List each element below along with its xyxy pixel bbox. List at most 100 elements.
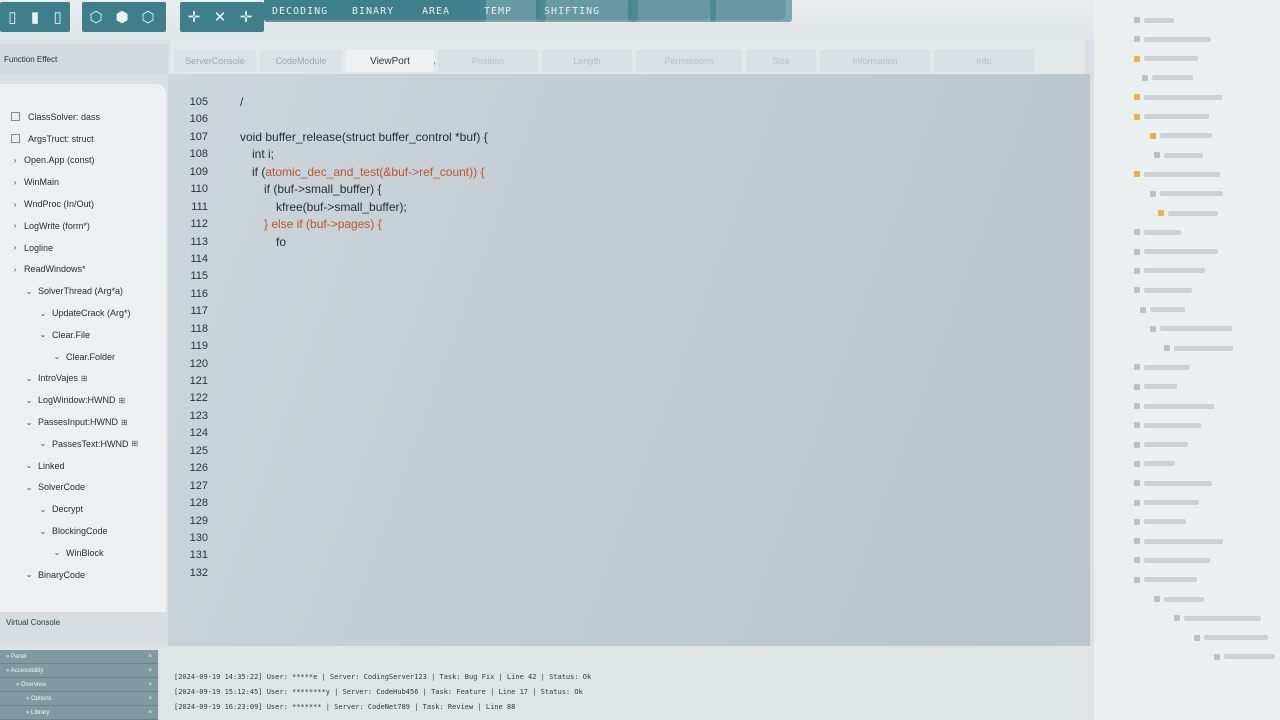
outline-row[interactable] (1134, 248, 1218, 256)
toolbar-tab-5[interactable] (628, 0, 716, 22)
tree-item[interactable]: ⌄ SolverCode (0, 477, 166, 499)
console-tree-item[interactable]: » Panel × (0, 650, 158, 664)
cube-icon[interactable]: ⬡ (86, 6, 106, 28)
tree-item[interactable]: ⌄ Clear.File (0, 324, 166, 346)
chevron-down-icon[interactable]: ⌄ (38, 527, 48, 536)
outline-row[interactable] (1134, 537, 1223, 545)
console-tree-item[interactable]: » Library × (0, 706, 158, 720)
outline-row[interactable] (1150, 132, 1212, 140)
outline-row[interactable] (1154, 595, 1204, 603)
outline-row[interactable] (1134, 55, 1198, 63)
chevron-right-icon[interactable]: › (10, 265, 20, 274)
chevron-right-icon[interactable]: › (10, 200, 20, 209)
tab-codemodule[interactable]: CodeModule (260, 50, 342, 72)
outline-row[interactable] (1158, 209, 1218, 217)
chevron-down-icon[interactable]: ⌄ (24, 570, 34, 579)
tab-length[interactable]: Length (542, 50, 632, 72)
tree-item[interactable]: › ReadWindows* (0, 259, 166, 281)
tree-item[interactable]: ⌄ PassesInput:HWND ⊞ (0, 411, 166, 433)
tab-information[interactable]: Information (820, 50, 930, 72)
cross-icon[interactable]: ✕ (210, 6, 230, 28)
tab-permissions[interactable]: Permissions (636, 50, 742, 72)
chevron-down-icon[interactable]: ⌄ (38, 505, 48, 514)
outline-row[interactable] (1214, 653, 1275, 661)
outline-row[interactable] (1150, 190, 1223, 198)
chevron-right-icon[interactable]: › (10, 221, 20, 230)
code-line[interactable]: if (atomic_dec_and_test(&buf->ref_count)… (240, 164, 488, 181)
outline-row[interactable] (1164, 344, 1233, 352)
tree-item[interactable]: ⌄ Decrypt (0, 498, 166, 520)
outline-row[interactable] (1134, 518, 1186, 526)
code-line[interactable]: / (240, 94, 488, 111)
code-line[interactable]: fo (240, 234, 488, 251)
code-area[interactable]: / void buffer_release(struct buffer_contr… (240, 94, 488, 251)
outline-row[interactable] (1134, 228, 1181, 236)
outline-row[interactable] (1134, 113, 1209, 121)
tree-item[interactable]: ⌄ Clear.Folder (0, 346, 166, 368)
tree-item[interactable]: ⌄ IntroVajes ⊞ (0, 368, 166, 390)
chevron-down-icon[interactable]: ⌄ (24, 418, 34, 427)
tree-item[interactable]: ⌄ Linked (0, 455, 166, 477)
outline-row[interactable] (1154, 151, 1203, 159)
chevron-down-icon[interactable]: ⌄ (52, 352, 62, 361)
outline-row[interactable] (1134, 479, 1212, 487)
code-editor[interactable]: 105 106 107 108 109 110 111 112 113 114 115 116 117 1… (168, 74, 1090, 646)
tree-item[interactable]: ⌄ UpdateCrack (Arg*) (0, 302, 166, 324)
tree-item[interactable]: ⌄ SolverThread (Arg*a) (0, 280, 166, 302)
chevron-right-icon[interactable]: › (10, 156, 20, 165)
code-line[interactable] (240, 111, 488, 128)
outline-row[interactable] (1134, 402, 1214, 410)
outline-row[interactable] (1140, 306, 1185, 314)
console-tree-item[interactable]: » Accessibility × (0, 664, 158, 678)
checkbox-icon[interactable] (11, 134, 20, 144)
chevron-down-icon[interactable]: ⌄ (52, 548, 62, 557)
code-line[interactable]: if (buf->small_buffer) { (240, 181, 488, 198)
tree-item[interactable]: ArgsTruct: struct (0, 128, 166, 150)
chevron-right-icon[interactable]: › (10, 178, 20, 187)
checkbox-icon[interactable] (11, 112, 20, 122)
outline-row[interactable] (1134, 286, 1192, 294)
outline-row[interactable] (1150, 325, 1232, 333)
chevron-down-icon[interactable]: ⌄ (24, 461, 34, 470)
tab-size[interactable]: Size (746, 50, 816, 72)
tab-serverconsole[interactable]: ServerConsole (174, 50, 256, 72)
outline-row[interactable] (1134, 460, 1175, 468)
tree-item[interactable]: › Logline (0, 237, 166, 259)
outline-row[interactable] (1194, 634, 1268, 642)
close-icon[interactable]: × (148, 696, 152, 702)
chevron-down-icon[interactable]: ⌄ (38, 309, 48, 318)
chevron-right-icon[interactable]: › (10, 243, 20, 252)
outline-row[interactable] (1142, 74, 1193, 82)
toolbar-tab-4[interactable]: SHIFTING (536, 0, 638, 22)
chevron-down-icon[interactable]: ⌄ (38, 330, 48, 339)
file-icon[interactable]: ▯ (4, 6, 21, 28)
pages-icon[interactable]: ▯ (49, 6, 66, 28)
tree-item[interactable]: ClassSolver: dass (0, 106, 166, 128)
close-icon[interactable]: × (148, 654, 152, 660)
outline-row[interactable] (1134, 576, 1197, 584)
outline-row[interactable] (1134, 170, 1220, 178)
outline-row[interactable] (1134, 35, 1211, 43)
tab-position[interactable]: Position (438, 50, 538, 72)
tab-info[interactable]: Info (934, 50, 1034, 72)
outline-row[interactable] (1134, 93, 1222, 101)
tree-item[interactable]: ⌄ LogWindow:HWND ⊞ (0, 389, 166, 411)
cube-solid-icon[interactable]: ⬢ (112, 6, 132, 28)
tree-item[interactable]: ⌄ WinBlock (0, 542, 166, 564)
toolbar-tab-0[interactable]: DECODING (264, 0, 354, 22)
outline-row[interactable] (1134, 267, 1205, 275)
code-line[interactable]: int i; (240, 146, 488, 163)
tab-viewport[interactable]: ViewPort (346, 50, 434, 72)
chevron-down-icon[interactable]: ⌄ (24, 396, 34, 405)
toolbar-tab-6[interactable] (710, 0, 792, 22)
outline-row[interactable] (1134, 363, 1190, 371)
add-icon[interactable]: ✛ (236, 6, 256, 28)
close-icon[interactable]: × (148, 668, 152, 674)
move-icon[interactable]: ✛ (184, 6, 204, 28)
chevron-down-icon[interactable]: ⌄ (24, 483, 34, 492)
outline-row[interactable] (1174, 614, 1261, 622)
console-tree-item[interactable]: » Options × (0, 692, 158, 706)
outline-row[interactable] (1134, 499, 1199, 507)
outline-row[interactable] (1134, 421, 1201, 429)
console-tree-item[interactable]: » Overview × (0, 678, 158, 692)
